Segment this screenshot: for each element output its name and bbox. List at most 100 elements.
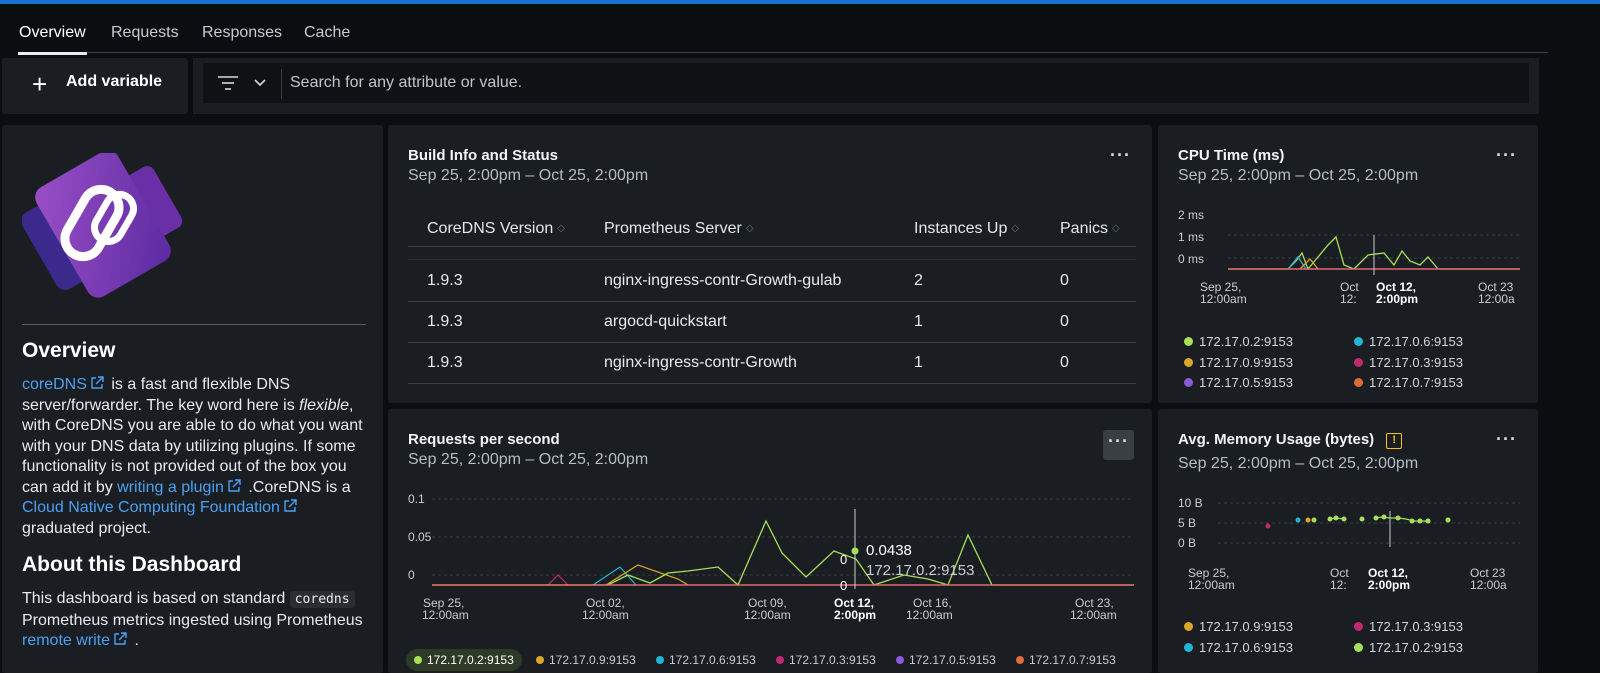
tab-cache[interactable]: Cache	[304, 24, 350, 42]
chevron-down-icon[interactable]	[253, 77, 267, 89]
tab-overview[interactable]: Overview	[18, 24, 87, 55]
x-tick: 12:00am	[744, 608, 791, 622]
cncf-link[interactable]: Cloud Native Computing Foundation	[22, 499, 280, 516]
x-tick: 12:00am	[422, 608, 469, 622]
more-options-icon[interactable]: ···	[1496, 429, 1517, 450]
hover-point	[851, 547, 859, 555]
warning-icon[interactable]: !	[1386, 433, 1403, 449]
column-header[interactable]: CoreDNS Version ◇	[427, 220, 565, 238]
time-range: Sep 25, 2:00pm – Oct 25, 2:00pm	[408, 167, 649, 184]
sort-icon: ◇	[745, 223, 754, 234]
tab-divider	[18, 52, 1548, 53]
tab-requests[interactable]: Requests	[111, 24, 179, 42]
overview-heading: Overview	[22, 339, 116, 362]
tab-bar: Overview Requests Responses Cache	[0, 4, 1548, 55]
legend-item[interactable]: 172.17.0.9:9153	[536, 649, 636, 671]
more-options-icon[interactable]: ···	[1110, 145, 1131, 166]
y-tick: 0	[408, 568, 415, 582]
legend-item[interactable]: 172.17.0.3:9153	[1354, 355, 1463, 370]
x-tick: 12:00am	[582, 608, 629, 622]
y-tick: 0 B	[1178, 536, 1196, 550]
logo-divider	[22, 324, 366, 325]
tooltip-zero: 0	[840, 552, 847, 567]
about-description: This dashboard is based on standard core…	[22, 589, 372, 652]
about-heading: About this Dashboard	[22, 553, 242, 576]
cpu-chart: 2 ms 1 ms 0 ms Sep 25, 12:00am Oct 12: O…	[1178, 208, 1520, 305]
legend-item[interactable]: 172.17.0.3:9153	[776, 649, 876, 671]
about-text-2: Prometheus metrics ingested using Promet…	[22, 611, 363, 629]
column-header[interactable]: Prometheus Server ◇	[604, 220, 754, 238]
legend-item[interactable]: 172.17.0.6:9153	[656, 649, 756, 671]
overview-description: coreDNS is a fast and flexible DNS serve…	[22, 375, 372, 539]
row-divider	[408, 301, 1136, 302]
cpu-time-panel: CPU Time (ms) Sep 25, 2:00pm – Oct 25, 2…	[1158, 125, 1538, 403]
sort-icon: ◇	[1011, 223, 1020, 234]
coredns-logo	[22, 153, 183, 298]
legend-item[interactable]: 172.17.0.2:9153	[1354, 640, 1463, 655]
overview-text-flexible: flexible	[299, 396, 349, 414]
memory-chart: 10 B 5 B 0 B Sep 25, 12:00am Oct 12: Oct…	[1178, 496, 1520, 592]
time-range: Sep 25, 2:00pm – Oct 25, 2:00pm	[1178, 455, 1419, 472]
table-cell: 1.9.3	[427, 354, 463, 371]
legend-item[interactable]: 172.17.0.9:9153	[1184, 355, 1293, 370]
requests-per-second-panel: Requests per second Sep 25, 2:00pm – Oct…	[388, 409, 1152, 673]
y-tick: 5 B	[1178, 516, 1196, 530]
panel-title: Requests per second	[408, 431, 560, 448]
search-input[interactable]: Search for any attribute or value.	[290, 74, 522, 92]
x-tick: 2:00pm	[1376, 292, 1418, 305]
column-header[interactable]: Panics ◇	[1060, 220, 1120, 238]
sort-icon: ◇	[557, 223, 565, 234]
time-range: Sep 25, 2:00pm – Oct 25, 2:00pm	[1178, 167, 1419, 184]
time-range: Sep 25, 2:00pm – Oct 25, 2:00pm	[408, 451, 649, 468]
panel-title: CPU Time (ms)	[1178, 147, 1285, 164]
legend-item[interactable]: 172.17.0.6:9153	[1354, 334, 1463, 349]
legend-item[interactable]: 172.17.0.7:9153	[1016, 649, 1116, 671]
legend-item[interactable]: 172.17.0.6:9153	[1184, 640, 1293, 655]
x-tick: 12:00am	[906, 608, 953, 622]
search-separator	[281, 69, 282, 99]
legend-item-selected[interactable]: 172.17.0.2:9153	[406, 649, 522, 671]
panel-title: Avg. Memory Usage (bytes)!	[1178, 431, 1403, 449]
legend-item[interactable]: 172.17.0.3:9153	[1354, 619, 1463, 634]
coredns-code: coredns	[289, 591, 355, 608]
writing-plugin-link[interactable]: writing a plugin	[117, 479, 224, 496]
y-tick: 0.05	[408, 530, 432, 544]
legend-item[interactable]: 172.17.0.9:9153	[1184, 619, 1293, 634]
about-text-1: This dashboard is based on standard	[22, 590, 290, 607]
x-tick: 2:00pm	[1368, 578, 1410, 592]
requests-chart: 0.1 0.05 0 0 0 0.0438 172.17.0.2:9153 Se…	[408, 492, 1134, 622]
x-tick: 2:00pm	[834, 608, 876, 622]
add-variable-button[interactable]: + Add variable	[2, 58, 188, 114]
coredns-link[interactable]: coreDNS	[22, 376, 87, 393]
x-tick: 12:	[1340, 292, 1357, 305]
table-cell: 0	[1060, 272, 1069, 289]
table-cell: 1	[914, 313, 923, 330]
search-field[interactable]: Search for any attribute or value.	[203, 63, 1529, 103]
tooltip-zero: 0	[840, 578, 847, 593]
row-divider	[408, 259, 1136, 260]
legend-item[interactable]: 172.17.0.7:9153	[1354, 375, 1463, 390]
y-tick: 0.1	[408, 492, 425, 506]
y-tick: 0 ms	[1178, 252, 1204, 266]
series-line	[547, 574, 569, 586]
tab-responses[interactable]: Responses	[202, 24, 282, 42]
table-cell: 1.9.3	[427, 272, 463, 289]
row-divider	[408, 383, 1136, 384]
table-cell: nginx-ingress-contr-Growth	[604, 354, 797, 371]
legend-item[interactable]: 172.17.0.2:9153	[1184, 334, 1293, 349]
column-header[interactable]: Instances Up ◇	[914, 220, 1019, 238]
table-cell: 1.9.3	[427, 313, 463, 330]
x-tick: 12:00a	[1478, 292, 1515, 305]
more-options-icon[interactable]: ···	[1496, 145, 1517, 166]
legend-item[interactable]: 172.17.0.5:9153	[1184, 375, 1293, 390]
more-options-icon[interactable]: ···	[1103, 430, 1134, 460]
remote-write-link[interactable]: remote write	[22, 632, 110, 649]
table-cell: 0	[1060, 313, 1069, 330]
legend-item[interactable]: 172.17.0.5:9153	[896, 649, 996, 671]
y-tick: 10 B	[1178, 496, 1203, 510]
overview-text-3: .CoreDNS is a	[243, 478, 351, 496]
about-text-3: .	[130, 632, 139, 649]
overview-text-4: graduated project.	[22, 519, 151, 537]
header-divider	[408, 246, 1136, 247]
filter-icon[interactable]	[217, 75, 239, 91]
